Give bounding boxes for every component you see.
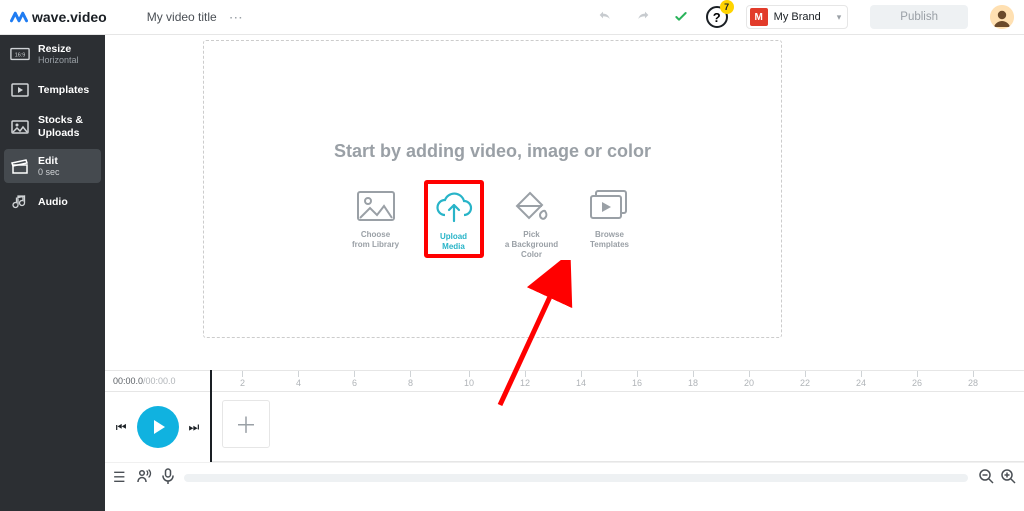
checkmark-icon bbox=[673, 9, 689, 25]
timeline-track-row: ⏮ ⏭ ＋ bbox=[105, 392, 1024, 462]
ruler-tick: 24 bbox=[856, 371, 866, 391]
library-icon bbox=[356, 186, 396, 226]
timeline-scrollbar[interactable] bbox=[184, 474, 968, 482]
option-background-color[interactable]: Picka BackgroundColor bbox=[502, 186, 562, 260]
ruler-tick: 22 bbox=[800, 371, 810, 391]
ruler-tick: 20 bbox=[744, 371, 754, 391]
ruler-scale[interactable]: 24681012141618202224262830 bbox=[210, 371, 1024, 391]
sidebar-item-audio[interactable]: Audio bbox=[0, 185, 105, 218]
more-menu-icon[interactable]: ⋯ bbox=[229, 9, 243, 26]
aspect-ratio-icon: 16:9 bbox=[10, 47, 30, 61]
timeline-ruler: 00:00.0/00:00.0 246810121416182022242628… bbox=[105, 370, 1024, 392]
sidebar-item-sublabel: 0 sec bbox=[38, 167, 60, 177]
option-choose-library[interactable]: Choosefrom Library bbox=[346, 186, 406, 250]
zoom-out-button[interactable] bbox=[978, 468, 994, 488]
undo-button[interactable] bbox=[594, 6, 616, 28]
list-view-toggle[interactable]: ☰ bbox=[113, 469, 126, 486]
templates-icon bbox=[10, 83, 30, 97]
ruler-tick: 14 bbox=[576, 371, 586, 391]
plus-icon: ＋ bbox=[235, 408, 257, 440]
sidebar-item-sublabel: Horizontal bbox=[38, 55, 79, 65]
ruler-tick: 18 bbox=[688, 371, 698, 391]
playhead[interactable] bbox=[210, 370, 212, 462]
microphone-button[interactable] bbox=[162, 468, 174, 487]
timeline-track[interactable]: ＋ bbox=[210, 392, 1024, 462]
sidebar-item-label: Stocks & Uploads bbox=[38, 114, 95, 139]
image-icon bbox=[10, 120, 30, 134]
add-clip-button[interactable]: ＋ bbox=[222, 400, 270, 448]
play-button[interactable] bbox=[137, 406, 179, 448]
ruler-tick: 10 bbox=[464, 371, 474, 391]
bottom-toolbar: ☰ bbox=[105, 462, 1024, 492]
sidebar-item-label: Audio bbox=[38, 196, 68, 208]
notification-badge: 7 bbox=[720, 0, 734, 14]
option-label: Choosefrom Library bbox=[352, 230, 399, 250]
option-label: BrowseTemplates bbox=[590, 230, 629, 250]
top-bar: wave.video My video title ⋯ ? 7 M My Bra… bbox=[0, 0, 1024, 35]
ruler-tick: 16 bbox=[632, 371, 642, 391]
zoom-in-icon bbox=[1000, 468, 1016, 484]
wave-logo-icon bbox=[10, 8, 28, 26]
redo-icon bbox=[635, 9, 651, 25]
time-readout: 00:00.0/00:00.0 bbox=[105, 376, 210, 386]
option-label: Picka BackgroundColor bbox=[505, 230, 558, 260]
playback-controls: ⏮ ⏭ bbox=[105, 406, 210, 448]
ruler-tick: 6 bbox=[352, 371, 357, 391]
cloud-upload-icon bbox=[434, 188, 474, 228]
sidebar-item-label: Edit bbox=[38, 155, 60, 167]
voiceover-button[interactable] bbox=[136, 468, 152, 487]
zoom-in-button[interactable] bbox=[1000, 468, 1016, 488]
empty-state-heading: Start by adding video, image or color bbox=[334, 141, 651, 162]
svg-text:16:9: 16:9 bbox=[15, 53, 26, 59]
browse-templates-icon bbox=[588, 186, 632, 226]
publish-button[interactable]: Publish bbox=[870, 5, 968, 29]
brand-avatar: M bbox=[750, 8, 768, 26]
sidebar-item-label: Resize bbox=[38, 43, 79, 55]
sidebar-item-stocks[interactable]: Stocks & Uploads bbox=[0, 106, 105, 147]
project-title[interactable]: My video title bbox=[147, 10, 217, 24]
person-voice-icon bbox=[136, 468, 152, 484]
option-label: UploadMedia bbox=[440, 232, 467, 252]
avatar-icon bbox=[990, 5, 1014, 29]
sidebar-item-templates[interactable]: Templates bbox=[0, 73, 105, 106]
music-note-icon bbox=[10, 194, 30, 210]
ruler-tick: 8 bbox=[408, 371, 413, 391]
option-browse-templates[interactable]: BrowseTemplates bbox=[580, 186, 640, 250]
user-avatar[interactable] bbox=[990, 5, 1014, 29]
ruler-tick: 2 bbox=[240, 371, 245, 391]
help-button[interactable]: ? 7 bbox=[706, 6, 728, 28]
undo-icon bbox=[597, 9, 613, 25]
save-status bbox=[670, 6, 692, 28]
brand-label: My Brand bbox=[774, 11, 821, 23]
zoom-out-icon bbox=[978, 468, 994, 484]
logo-text: wave.video bbox=[32, 9, 107, 25]
canvas-empty-state: Start by adding video, image or color Ch… bbox=[203, 40, 782, 338]
next-frame-button[interactable]: ⏭ bbox=[189, 420, 200, 435]
sidebar-item-edit[interactable]: Edit0 sec bbox=[4, 149, 101, 183]
ruler-tick: 28 bbox=[968, 371, 978, 391]
app-logo[interactable]: wave.video bbox=[10, 8, 107, 26]
sidebar-item-resize[interactable]: 16:9 ResizeHorizontal bbox=[0, 35, 105, 73]
left-sidebar: 16:9 ResizeHorizontal Templates Stocks &… bbox=[0, 35, 105, 511]
ruler-tick: 26 bbox=[912, 371, 922, 391]
ruler-tick: 12 bbox=[520, 371, 530, 391]
canvas-area: Start by adding video, image or color Ch… bbox=[105, 35, 1024, 370]
play-icon bbox=[149, 418, 167, 436]
ruler-tick: 4 bbox=[296, 371, 301, 391]
add-media-options: Choosefrom Library UploadMedia Picka Bac… bbox=[346, 186, 640, 260]
clapper-icon bbox=[10, 158, 30, 174]
paint-bucket-icon bbox=[512, 186, 552, 226]
chevron-down-icon: ▾ bbox=[837, 12, 842, 23]
microphone-icon bbox=[162, 468, 174, 484]
prev-frame-button[interactable]: ⏮ bbox=[116, 420, 127, 435]
option-upload-media[interactable]: UploadMedia bbox=[424, 180, 484, 258]
brand-selector[interactable]: M My Brand ▾ bbox=[746, 5, 849, 29]
sidebar-item-label: Templates bbox=[38, 84, 89, 96]
redo-button[interactable] bbox=[632, 6, 654, 28]
